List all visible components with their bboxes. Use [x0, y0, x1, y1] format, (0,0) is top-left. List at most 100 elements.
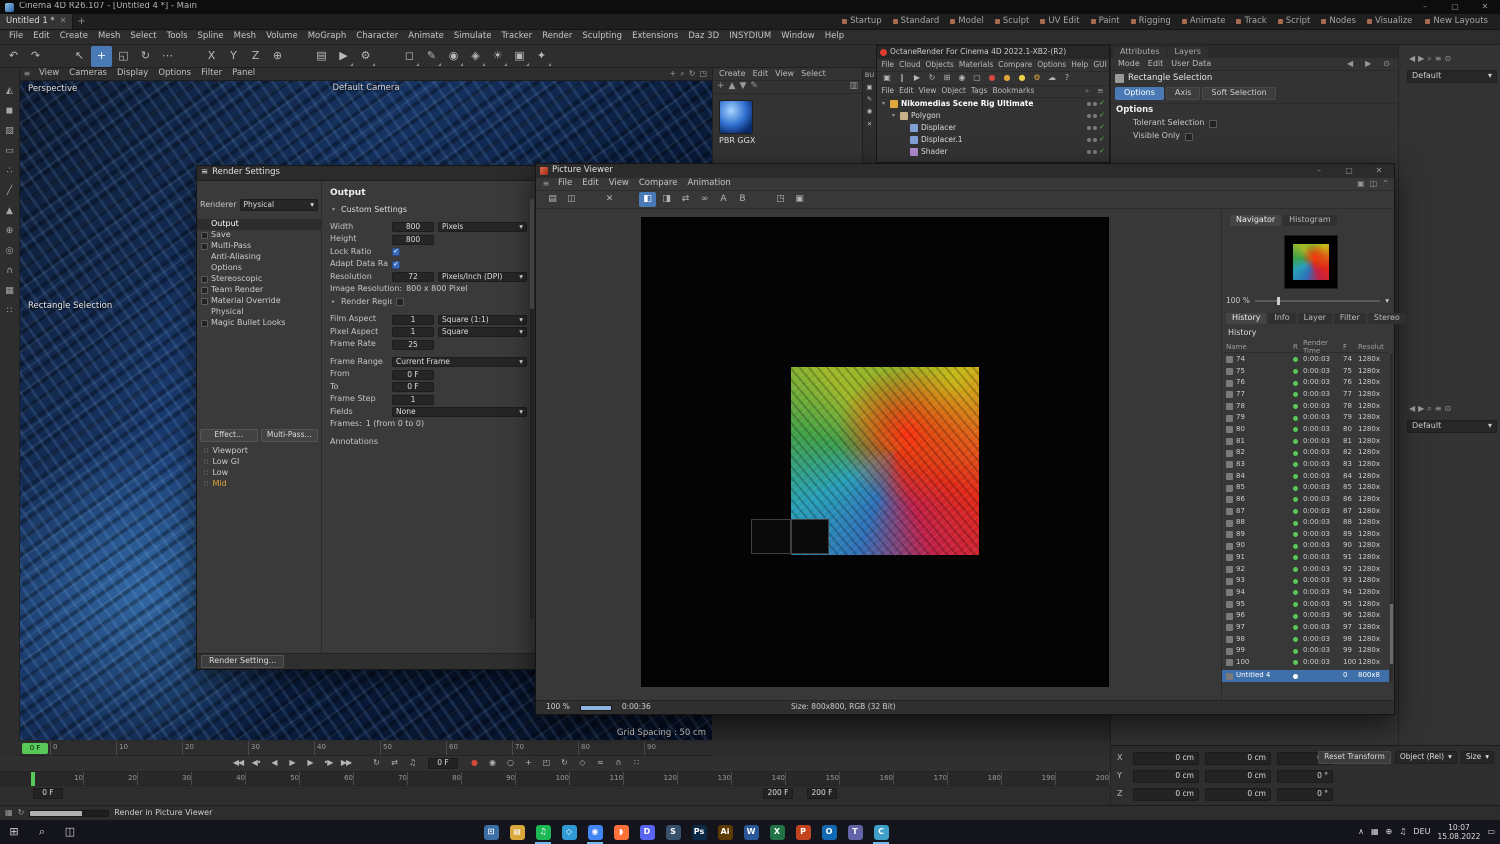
- camera-icon[interactable]: ▣: [866, 83, 872, 91]
- add-light-button[interactable]: ✦: [531, 46, 552, 67]
- viewport-menu-item[interactable]: Options: [153, 68, 196, 78]
- position-field[interactable]: 0 cm: [1133, 788, 1199, 801]
- height-field[interactable]: 800: [392, 234, 434, 245]
- custom-settings-label[interactable]: Custom Settings: [341, 205, 407, 215]
- octane-menu-item[interactable]: Options: [1035, 60, 1069, 69]
- locked-workplane[interactable]: ▦: [2, 284, 18, 300]
- nav-checkbox[interactable]: [201, 287, 208, 294]
- layout-tab[interactable]: Model: [946, 16, 988, 27]
- effect-button[interactable]: Effect...: [200, 429, 258, 442]
- history-row[interactable]: 89 0:00:03 89 1280x: [1222, 529, 1389, 541]
- redo-button[interactable]: ↷: [25, 46, 46, 67]
- kernel-icon[interactable]: ●: [1000, 72, 1014, 85]
- search-icon[interactable]: ⌕: [1083, 87, 1092, 96]
- layout-tab[interactable]: Standard: [889, 16, 944, 27]
- menu-item[interactable]: Mesh: [229, 31, 261, 42]
- enable-axis[interactable]: ⊕: [2, 224, 18, 240]
- vscode[interactable]: ◇: [556, 820, 582, 844]
- add-deformer-button[interactable]: ◈: [465, 46, 486, 67]
- render-preset[interactable]: ∷ Low GI: [197, 457, 321, 468]
- illustrator[interactable]: Ai: [712, 820, 738, 844]
- enabled-check-icon[interactable]: ✓: [1099, 123, 1105, 132]
- menu-item[interactable]: Spline: [193, 31, 229, 42]
- menu-item[interactable]: Select: [125, 31, 161, 42]
- back-icon[interactable]: ◀: [1409, 54, 1415, 64]
- render-view-button[interactable]: ▤: [311, 46, 332, 67]
- compare-swap-icon[interactable]: ⇄: [677, 192, 694, 207]
- section-tab[interactable]: Soft Selection: [1202, 87, 1276, 100]
- history-row[interactable]: 87 0:00:03 87 1280x: [1222, 506, 1389, 518]
- add-spline-button[interactable]: ✎: [421, 46, 442, 67]
- lock-icon[interactable]: ⊙: [1445, 54, 1452, 64]
- move-tool[interactable]: +: [91, 45, 112, 67]
- chevron-down-icon[interactable]: ▾: [1385, 296, 1389, 305]
- pixel-aspect-field[interactable]: 1: [392, 327, 434, 338]
- live-viewer-icon[interactable]: ▣: [880, 72, 894, 85]
- menu-item[interactable]: Edit: [28, 31, 54, 42]
- section-tab[interactable]: Options: [1115, 87, 1164, 100]
- enabled-check-icon[interactable]: ✓: [1099, 111, 1105, 120]
- render-visibility-dot[interactable]: [1093, 150, 1098, 154]
- enabled-check-icon[interactable]: ✓: [1099, 99, 1105, 108]
- octane-menu-item[interactable]: Objects: [923, 60, 956, 69]
- add-camera-button[interactable]: ▣: [509, 46, 530, 67]
- material-menu-item[interactable]: View: [772, 69, 797, 79]
- new-material-icon[interactable]: +: [717, 81, 725, 92]
- object-manager-menu-item[interactable]: Object: [939, 87, 968, 96]
- close-tab-icon[interactable]: ✕: [60, 16, 67, 26]
- history-row[interactable]: 80 0:00:03 80 1280x: [1222, 424, 1389, 436]
- render-settings-nav-item[interactable]: Physical: [197, 307, 321, 318]
- fields-dropdown[interactable]: None ▾: [392, 407, 527, 418]
- settings-icon[interactable]: ⚙: [1030, 72, 1044, 85]
- close-icon[interactable]: ✕: [867, 120, 872, 128]
- maximize-button[interactable]: ▢: [1334, 164, 1364, 178]
- chrome[interactable]: ◉: [582, 820, 608, 844]
- size-field[interactable]: 0 cm: [1205, 752, 1271, 765]
- info-tab[interactable]: Stereo: [1367, 313, 1406, 324]
- viewport-camera-label[interactable]: Default Camera: [20, 83, 712, 93]
- pixel-aspect-dropdown[interactable]: Square ▾: [438, 327, 527, 338]
- record-position-button[interactable]: +: [520, 757, 536, 771]
- menu-item[interactable]: Tracker: [496, 31, 537, 42]
- octane-menu-item[interactable]: GUI: [1091, 60, 1110, 69]
- layout-tab[interactable]: Rigging: [1127, 16, 1175, 27]
- object-item[interactable]: ▾ Polygon ✓: [877, 110, 1109, 122]
- render-settings-nav-item[interactable]: Output: [197, 219, 321, 230]
- picture-viewer-menu-item[interactable]: View: [604, 178, 634, 188]
- film-aspect-field[interactable]: 1: [392, 314, 434, 325]
- document-tab[interactable]: Untitled 1 * ✕: [0, 14, 74, 29]
- layout-tab[interactable]: Sculpt: [991, 16, 1034, 27]
- octane-menu-item[interactable]: Help: [1069, 60, 1091, 69]
- layout-tab[interactable]: Startup: [838, 16, 886, 27]
- material-menu-item[interactable]: Create: [716, 69, 749, 79]
- restart-icon[interactable]: ↻: [925, 72, 939, 85]
- render-visibility-dot[interactable]: [1093, 126, 1098, 130]
- compare-ab-horizontal-icon[interactable]: ◧: [639, 192, 656, 207]
- spotify[interactable]: ♫: [530, 820, 556, 844]
- viewport-menu-item[interactable]: Filter: [196, 68, 227, 78]
- render-setting-button[interactable]: Render Setting...: [201, 655, 285, 668]
- history-row[interactable]: 86 0:00:03 86 1280x: [1222, 494, 1389, 506]
- image-canvas[interactable]: [641, 217, 1109, 687]
- collapse-icon[interactable]: ▾: [330, 206, 337, 214]
- renderer-dropdown[interactable]: Physical ▾: [239, 199, 318, 211]
- word[interactable]: W: [738, 820, 764, 844]
- next-key-button[interactable]: •▶: [320, 757, 336, 771]
- object-manager-menu-item[interactable]: Bookmarks: [990, 87, 1037, 96]
- sound-toggle-button[interactable]: ♫: [404, 757, 420, 771]
- separator[interactable]: [377, 46, 398, 67]
- render-preset[interactable]: ∷ Viewport: [197, 446, 321, 457]
- history-row[interactable]: 97 0:00:03 97 1280x: [1222, 622, 1389, 634]
- y-axis-lock[interactable]: Y: [223, 46, 244, 67]
- burger-icon[interactable]: ≡: [201, 167, 208, 177]
- pan-view-icon[interactable]: +: [670, 69, 677, 79]
- render-settings-nav-item[interactable]: Stereoscopic: [197, 274, 321, 285]
- loop-mode-button[interactable]: ↻: [368, 757, 384, 771]
- render-preset[interactable]: ∷ Low: [197, 468, 321, 479]
- cinema4d[interactable]: C: [868, 820, 894, 844]
- undo-button[interactable]: ↶: [3, 46, 24, 67]
- info-tab[interactable]: Filter: [1333, 313, 1366, 324]
- z-axis-lock[interactable]: Z: [245, 46, 266, 67]
- open-file-icon[interactable]: ▤: [544, 192, 561, 207]
- filter-icon[interactable]: ≡: [1095, 87, 1106, 96]
